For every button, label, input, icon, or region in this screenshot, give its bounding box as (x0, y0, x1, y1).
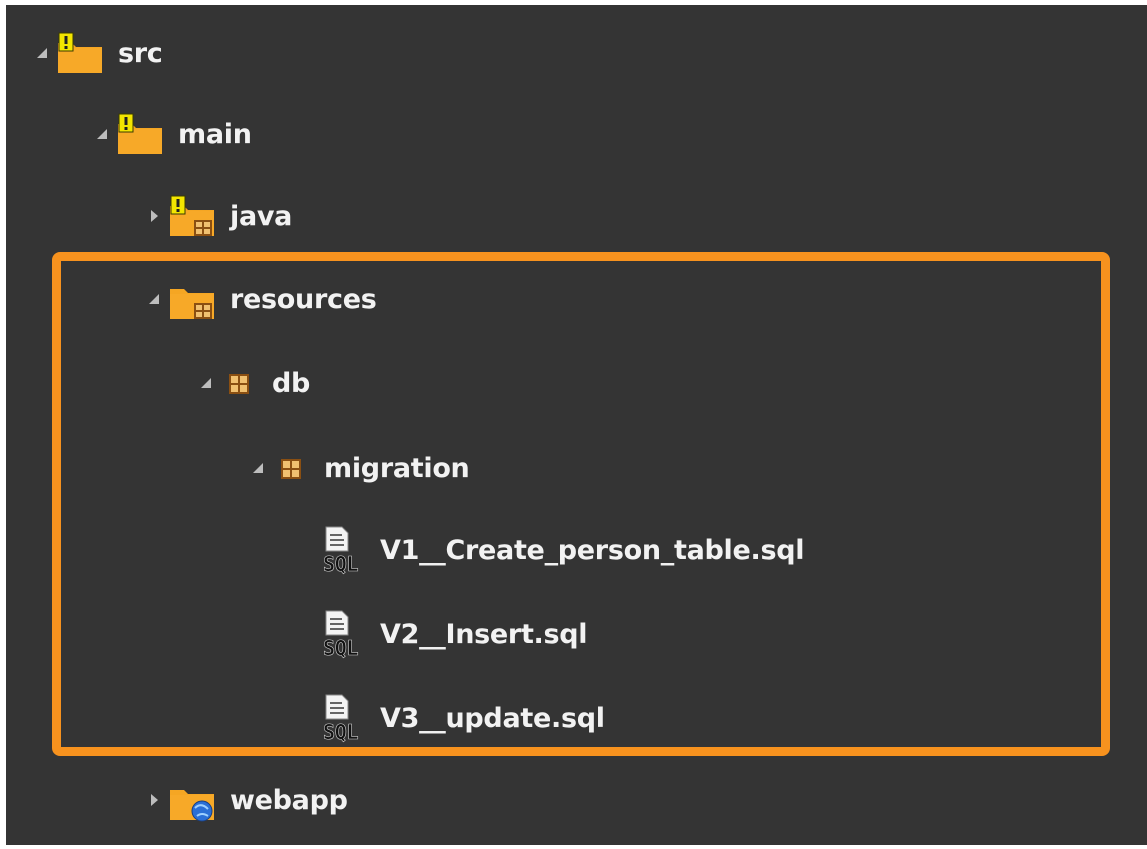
tree-node-migration[interactable]: migration (248, 438, 470, 498)
folder-warning-icon (116, 112, 164, 156)
tree-node-label: migration (324, 452, 470, 484)
tree-node-db[interactable]: db (196, 353, 310, 413)
expand-arrow-icon[interactable] (92, 124, 112, 144)
expand-arrow-icon[interactable] (144, 289, 164, 309)
collapse-arrow-icon[interactable] (144, 206, 164, 226)
tree-node-label: V3__update.sql (380, 702, 605, 734)
tree-node-label: java (230, 200, 293, 232)
sql-file-icon: SQL (323, 526, 359, 575)
tree-node-src[interactable]: src (32, 23, 163, 83)
source-folder-warning-icon (168, 194, 216, 238)
tree-node-webapp[interactable]: webapp (144, 770, 348, 830)
web-folder-icon (168, 778, 216, 822)
expand-arrow-icon[interactable] (196, 373, 216, 393)
sql-file-icon: SQL (323, 694, 359, 743)
tree-node-label: src (118, 37, 163, 69)
folder-warning-icon (56, 31, 104, 75)
tree-node-label: V2__Insert.sql (380, 618, 588, 650)
svg-text:SQL: SQL (323, 720, 358, 743)
tree-node-label: db (272, 367, 311, 399)
tree-file-v3[interactable]: SQL V3__update.sql (322, 688, 605, 748)
tree-node-java[interactable]: java (144, 186, 292, 246)
tree-file-v1[interactable]: SQL V1__Create_person_table.sql (322, 520, 805, 580)
tree-node-main[interactable]: main (92, 104, 252, 164)
expand-arrow-icon[interactable] (32, 43, 52, 63)
package-icon (229, 374, 249, 394)
package-icon (281, 459, 301, 479)
tree-node-label: resources (230, 283, 377, 315)
svg-text:SQL: SQL (323, 636, 358, 659)
svg-text:SQL: SQL (323, 552, 358, 575)
tree-node-label: V1__Create_person_table.sql (380, 534, 805, 566)
tree-node-resources[interactable]: resources (144, 269, 377, 329)
sql-file-icon: SQL (323, 610, 359, 659)
tree-file-v2[interactable]: SQL V2__Insert.sql (322, 604, 588, 664)
expand-arrow-icon[interactable] (248, 458, 268, 478)
project-explorer-tree: src main java resources db migration SQL… (6, 5, 1147, 845)
tree-node-label: main (178, 118, 252, 150)
tree-node-label: webapp (230, 784, 348, 816)
source-folder-icon (168, 277, 216, 321)
collapse-arrow-icon[interactable] (144, 790, 164, 810)
